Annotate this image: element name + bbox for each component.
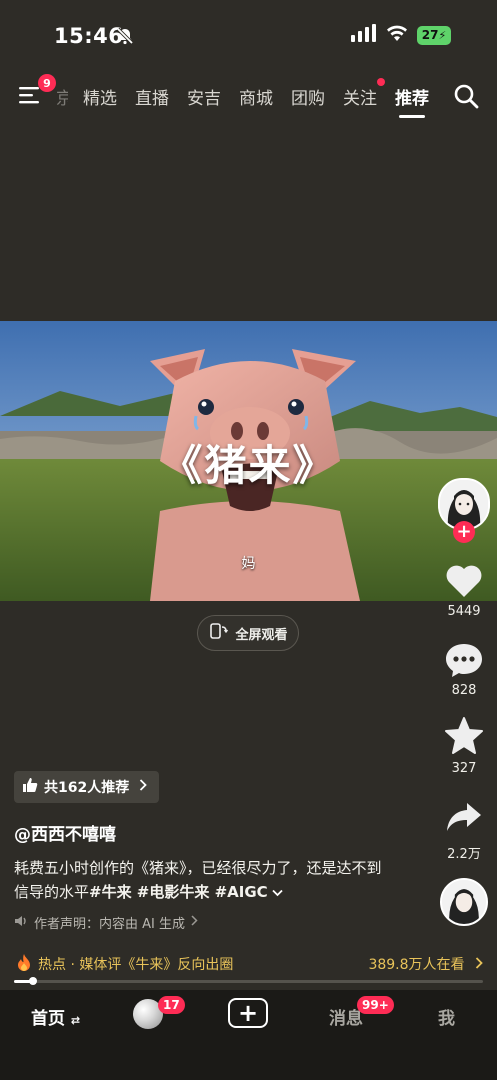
status-indicators: 27 ⚡ <box>351 24 451 46</box>
author-name[interactable]: @西西不嘻嘻 <box>14 820 116 845</box>
favorite-count: 327 <box>451 761 477 776</box>
share-arrow-icon[interactable] <box>445 800 483 838</box>
tab-partial[interactable]: 京 <box>56 84 68 109</box>
expand-chevron-icon[interactable] <box>272 883 284 901</box>
comment-icon[interactable] <box>444 641 484 683</box>
tab-home-label: 首页 <box>31 1009 65 1029</box>
progress-knob[interactable] <box>28 977 37 985</box>
tab-jingxuan[interactable]: 精选 <box>83 84 117 109</box>
fullscreen-label: 全屏观看 <box>235 627 288 643</box>
following-dot <box>377 78 385 86</box>
video-progress-bar[interactable] <box>14 980 483 983</box>
video-title-overlay: 《猪来》 <box>160 441 337 490</box>
declaration-text: 作者声明：内容由 AI 生成 <box>34 917 185 932</box>
viewers-count: 389.8万人在看 <box>368 957 465 973</box>
music-disc-avatar[interactable] <box>440 878 488 926</box>
viewers-count-wrapper: 389.8万人在看 <box>368 954 497 974</box>
refresh-swap-icon: ⇄ <box>70 1014 81 1027</box>
favorite-star-icon[interactable] <box>444 716 484 758</box>
chevron-right-icon <box>139 779 148 795</box>
tab-anji[interactable]: 安吉 <box>187 84 221 109</box>
fullscreen-button[interactable]: 全屏观看 <box>197 615 299 651</box>
friends-badge: 17 <box>158 996 185 1014</box>
declaration-chevron-icon <box>191 915 198 930</box>
active-tab-indicator <box>399 115 425 118</box>
tab-home[interactable]: 首页 ⇄ <box>31 1004 80 1029</box>
search-icon[interactable] <box>453 83 479 113</box>
speaker-icon <box>14 915 28 931</box>
follow-plus-button[interactable]: + <box>453 521 475 543</box>
create-plus-button[interactable]: + <box>228 998 268 1028</box>
menu-badge: 9 <box>38 74 56 92</box>
ai-declaration[interactable]: 作者声明：内容由 AI 生成 <box>14 913 198 932</box>
video-description[interactable]: 耗费五小时创作的《猪来》，已经很尽力了，还是达不到信导的水平#牛来 #电影牛来 … <box>14 856 394 904</box>
hot-topic-bar[interactable]: 热点 · 媒体评《牛来》反向出圈 389.8万人在看 <box>0 947 497 981</box>
recommend-label: 共162人推荐 <box>44 780 130 796</box>
music-avatar-art <box>442 880 486 924</box>
hot-topic-text: 热点 · 媒体评《牛来》反向出圈 <box>38 957 234 973</box>
tab-recommend[interactable]: 推荐 <box>395 84 429 109</box>
status-time: 15:46 <box>54 24 124 48</box>
mute-bell-icon <box>116 27 134 49</box>
tab-me[interactable]: 我 <box>438 1004 455 1029</box>
tab-following[interactable]: 关注 <box>343 84 377 109</box>
menu-icon[interactable] <box>19 86 41 108</box>
rotate-screen-icon <box>208 621 229 645</box>
messages-badge: 99+ <box>357 996 394 1014</box>
tab-live[interactable]: 直播 <box>135 84 169 109</box>
battery-indicator: 27 ⚡ <box>417 25 451 45</box>
signal-icon <box>351 24 377 46</box>
like-heart-icon[interactable] <box>444 562 484 602</box>
tab-group-buy[interactable]: 团购 <box>291 84 325 109</box>
fire-icon <box>16 953 32 976</box>
tab-mall[interactable]: 商城 <box>239 84 273 109</box>
thumbs-up-icon <box>22 777 38 797</box>
video-subtitle: 妈 <box>241 556 256 572</box>
recommend-pill[interactable]: 共162人推荐 <box>14 771 160 803</box>
like-count: 5449 <box>447 604 481 619</box>
comment-count: 828 <box>451 683 477 698</box>
hashtags[interactable]: #牛来 #电影牛来 #AIGC <box>89 883 268 901</box>
share-count: 2.2万 <box>447 847 481 862</box>
wifi-icon <box>386 25 408 46</box>
viewers-chevron-icon <box>475 957 483 973</box>
